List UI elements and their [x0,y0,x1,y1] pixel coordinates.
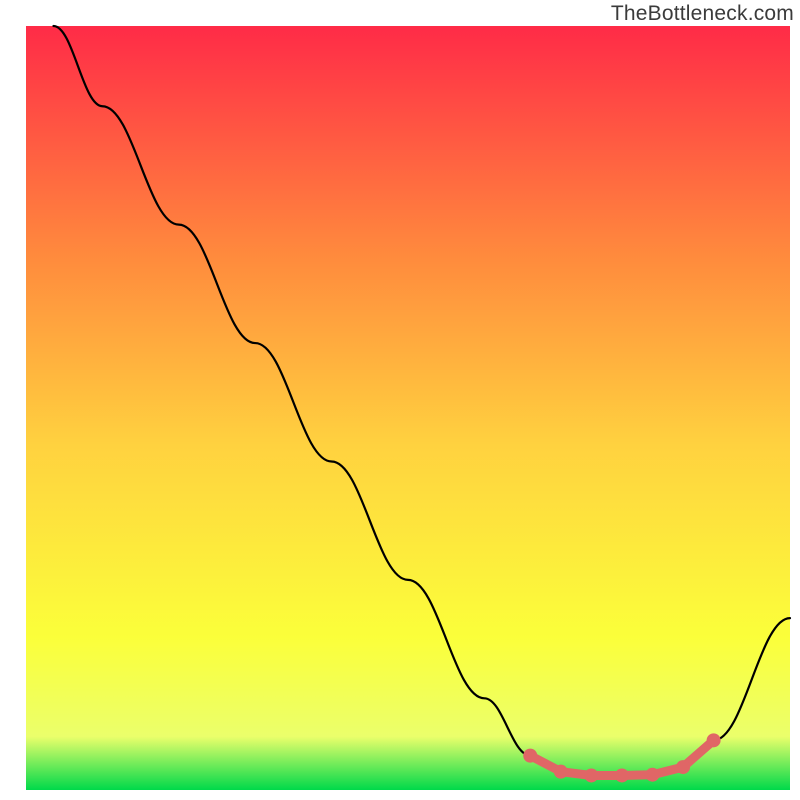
optimal-band-marker [707,733,721,747]
optimal-band-marker [554,765,568,779]
optimal-band-marker [584,768,598,782]
optimal-band-marker [615,768,629,782]
chart-container: TheBottleneck.com [0,0,800,800]
bottleneck-chart [0,0,800,800]
watermark-label: TheBottleneck.com [611,2,794,26]
plot-background [26,26,790,790]
optimal-band-marker [676,760,690,774]
optimal-band-marker [523,749,537,763]
optimal-band-marker [645,768,659,782]
